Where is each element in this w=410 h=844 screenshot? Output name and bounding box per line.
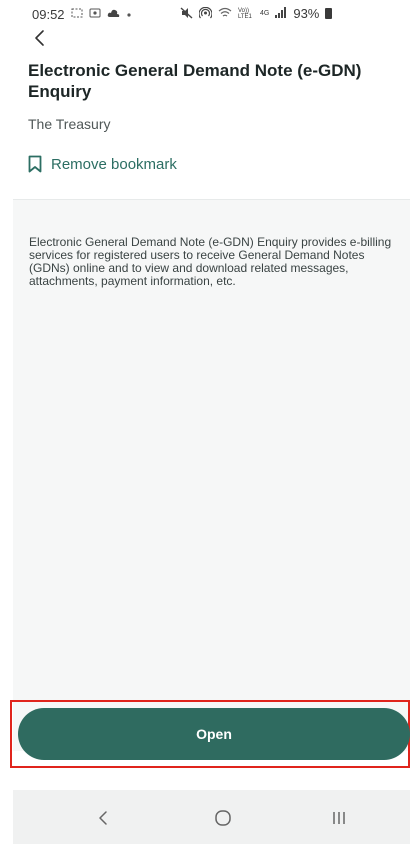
wifi-icon	[218, 7, 232, 20]
4g-icon: 4G	[260, 10, 270, 17]
battery-icon	[325, 8, 333, 19]
description-panel: Electronic General Demand Note (e-GDN) E…	[13, 199, 410, 751]
mute-icon	[180, 6, 193, 21]
status-time: 09:52	[32, 6, 65, 22]
page-title: Electronic General Demand Note (e-GDN) E…	[28, 61, 362, 101]
remove-bookmark-label: Remove bookmark	[51, 155, 177, 173]
open-button[interactable]: Open	[18, 708, 410, 760]
signal-icon	[275, 7, 287, 20]
status-left: 09:52	[32, 7, 132, 22]
remove-bookmark-button[interactable]: Remove bookmark	[28, 155, 382, 173]
app-screen: 09:52 Vo)) LTE1 4G 93% Electronic Genera…	[0, 0, 410, 844]
volte-icon: Vo)) LTE1	[238, 7, 252, 20]
nav-home-icon	[215, 810, 231, 826]
nav-recent-icon	[333, 812, 345, 824]
cloud-icon	[107, 8, 120, 20]
battery-percent: 93%	[293, 6, 320, 21]
back-button[interactable]	[28, 26, 52, 50]
nav-home-button[interactable]	[209, 804, 237, 832]
hotspot-icon	[198, 6, 213, 21]
nav-back-icon	[99, 811, 107, 825]
provider-name: The Treasury	[28, 116, 111, 132]
bookmark-icon	[28, 155, 42, 173]
system-nav-bar	[13, 790, 410, 844]
chevron-left-icon	[35, 30, 44, 46]
dot-icon	[126, 8, 132, 20]
service-description: Electronic General Demand Note (e-GDN) E…	[29, 235, 392, 288]
status-bar: 09:52 Vo)) LTE1 4G 93%	[0, 0, 410, 28]
status-right: Vo)) LTE1 4G 93%	[180, 6, 333, 21]
screenshot-icon	[71, 8, 83, 20]
nav-back-button[interactable]	[89, 804, 117, 832]
open-button-label: Open	[196, 726, 232, 742]
header: Electronic General Demand Note (e-GDN) E…	[0, 60, 410, 173]
screen-record-icon	[89, 8, 101, 20]
nav-recent-apps-button[interactable]	[325, 804, 353, 832]
